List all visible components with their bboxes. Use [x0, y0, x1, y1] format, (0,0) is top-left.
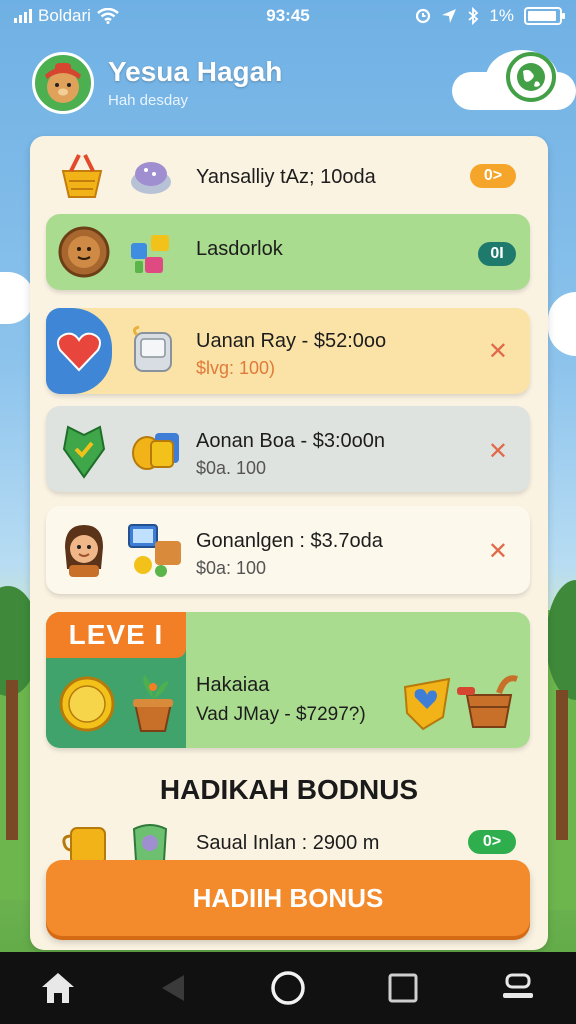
signal-icon [14, 9, 32, 23]
row-title: Aonan Boa - $3:0o0n [196, 430, 386, 452]
heart-shield-icon [46, 308, 112, 394]
row-title: Saual Inlan : 2900 m [196, 832, 380, 854]
recents-icon[interactable] [373, 958, 433, 1018]
shield-heart-icon [398, 672, 456, 734]
list-item[interactable]: Uanan Ray - $52:0oo $lvg: 100) ✕ [46, 308, 530, 394]
list-item[interactable]: Yansalliy tAz; 10oda 0> [46, 144, 530, 208]
list-item[interactable]: Lasdorlok 0I [46, 214, 530, 290]
status-badge[interactable]: 0> [468, 830, 516, 854]
battery-percent: 1% [489, 6, 514, 25]
user-name: Yesua Hagah [108, 56, 283, 87]
back-icon[interactable] [143, 958, 203, 1018]
basket-icon [54, 148, 110, 204]
row-title: Lasdorlok [196, 238, 283, 260]
list-item[interactable]: Aonan Boa - $3:0o0n $0a. 100 ✕ [46, 406, 530, 492]
system-nav-bar [0, 952, 576, 1024]
character-avatar-icon [56, 518, 112, 580]
bonus-heading: HADIKAH BODNUS [159, 774, 419, 805]
row-subtitle: $0a. 100 [196, 458, 267, 478]
row-subtitle: $0a: 100 [196, 558, 267, 578]
level-card-subtitle: Vad JMay - $7297?) [196, 704, 366, 725]
menu-icon[interactable] [488, 958, 548, 1018]
bear-avatar-icon [45, 63, 81, 103]
status-badge[interactable]: 0> [470, 164, 516, 188]
status-bar: Boldari 93:45 1% [0, 0, 576, 32]
coin-face-icon [56, 224, 112, 280]
coin-stack-icon [126, 418, 186, 478]
level-card[interactable]: LEVE I Hakaiaa Vad JMay - $7297?) [46, 612, 530, 748]
circle-home-icon[interactable] [258, 958, 318, 1018]
bluetooth-icon [468, 7, 479, 25]
close-icon[interactable]: ✕ [488, 540, 508, 564]
status-badge[interactable]: 0I [478, 242, 516, 266]
device-icon [126, 322, 182, 380]
close-icon[interactable]: ✕ [488, 440, 508, 464]
gold-coin-icon [56, 672, 120, 736]
alarm-icon [416, 8, 431, 24]
level-card-title: Hakaiaa [196, 674, 270, 696]
carrier-label: Boldari [38, 6, 91, 25]
home-icon[interactable] [28, 958, 88, 1018]
row-title: Yansalliy tAz; 10oda [196, 166, 376, 188]
clock: 93:45 [266, 6, 310, 25]
quest-panel: Yansalliy tAz; 10oda 0> Lasdorlok 0I Uan… [30, 136, 548, 950]
row-subtitle: $lvg: 100) [196, 358, 276, 378]
leaf-shield-icon [56, 418, 112, 480]
potted-plant-icon [124, 670, 182, 736]
user-subtitle: Hah desday [108, 92, 189, 109]
globe-badge-button[interactable] [506, 52, 556, 102]
wooden-bucket-icon [454, 670, 522, 734]
close-icon[interactable]: ✕ [488, 340, 508, 364]
row-title: Uanan Ray - $52:0oo [196, 330, 387, 352]
toy-blocks-icon [124, 226, 178, 280]
location-icon [442, 9, 457, 23]
list-item[interactable]: Gonanlgen : $3.7oda $0a: 100 ✕ [46, 506, 530, 594]
profile-header: Yesua Hagah Hah desday [32, 50, 556, 120]
cake-icon [124, 150, 178, 204]
globe-icon [517, 63, 545, 91]
bonus-button[interactable]: HADIIH BONUS [46, 860, 530, 936]
wifi-icon [97, 8, 119, 24]
level-tag: LEVE I [46, 612, 186, 658]
computer-toys-icon [124, 518, 186, 580]
avatar[interactable] [32, 52, 94, 114]
battery-icon [524, 7, 565, 25]
row-title: Gonanlgen : $3.7oda [196, 530, 383, 552]
